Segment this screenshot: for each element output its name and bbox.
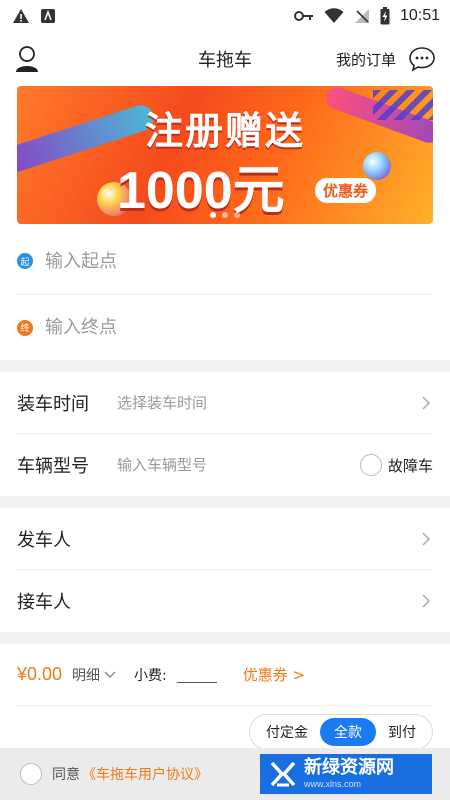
banner-coupon-tag: 优惠券: [315, 178, 377, 203]
watermark: 新绿资源网 www.xlns.com: [260, 754, 432, 794]
tip-input[interactable]: [176, 666, 217, 683]
my-orders-link[interactable]: 我的订单: [336, 49, 396, 70]
sender-label: 发车人: [17, 529, 71, 551]
banner-ball: [363, 152, 391, 180]
loading-time-label: 装车时间: [17, 393, 89, 415]
promo-banner[interactable]: 注册赠送 1000元 优惠券: [17, 86, 433, 224]
fault-car-radio[interactable]: [359, 454, 382, 476]
chevron-down-icon: [104, 667, 116, 683]
price-detail-label: 明细: [72, 667, 101, 684]
sender-row[interactable]: 发车人: [17, 508, 433, 570]
end-address-row: 终: [17, 294, 433, 360]
message-icon[interactable]: [408, 46, 436, 72]
agreement-link[interactable]: 《车拖车用户协议》: [82, 764, 208, 784]
tip-label: 小费:: [134, 667, 167, 684]
warning-icon: [12, 8, 30, 24]
banner-pagination: [17, 212, 433, 218]
banner-dot[interactable]: [234, 212, 240, 218]
vehicle-model-label: 车辆型号: [17, 456, 89, 477]
wifi-icon: [324, 8, 344, 24]
start-address-input[interactable]: [45, 250, 433, 272]
contacts-section: 发车人 接车人: [0, 508, 450, 632]
payment-option[interactable]: 全款: [320, 718, 376, 746]
payment-option[interactable]: 付定金: [254, 718, 320, 746]
price-row: ¥0.00 明细 小费: 优惠券 >: [17, 644, 433, 706]
vehicle-model-row: 车辆型号 故障车: [17, 434, 433, 496]
key-icon: [293, 10, 314, 22]
watermark-cn: 新绿资源网: [304, 757, 394, 778]
section-divider: [0, 632, 450, 644]
status-bar: 10:51: [0, 0, 450, 32]
clock: 10:51: [399, 7, 440, 24]
start-badge: 起: [17, 253, 33, 269]
chevron-right-icon: [419, 395, 433, 410]
end-badge: 终: [17, 319, 33, 336]
chevron-right-icon: [419, 531, 433, 546]
loading-time-hint: 选择装车时间: [117, 394, 208, 412]
battery-charging-icon: [380, 7, 390, 25]
fault-car-label: 故障车: [387, 456, 433, 475]
price-detail-toggle[interactable]: 明细: [72, 665, 116, 685]
app-header: 车拖车 我的订单: [0, 32, 450, 86]
app-notification-icon: [40, 8, 56, 24]
watermark-logo-icon: [268, 759, 298, 789]
address-section: 起 终: [0, 228, 450, 360]
price-section: ¥0.00 明细 小费: 优惠券 > 付定金 全款 到付: [0, 644, 450, 758]
loading-time-row[interactable]: 装车时间 选择装车时间: [17, 372, 433, 434]
no-signal-icon: [354, 8, 370, 24]
banner-container: 注册赠送 1000元 优惠券: [0, 86, 450, 228]
coupon-link[interactable]: 优惠券 >: [243, 664, 305, 685]
vehicle-model-input[interactable]: [117, 456, 360, 474]
fault-car-toggle[interactable]: 故障车: [359, 454, 433, 476]
receiver-label: 接车人: [17, 592, 71, 613]
payment-type-selector: 付定金 全款 到付: [249, 714, 433, 750]
banner-dot[interactable]: [210, 212, 216, 218]
banner-dot[interactable]: [222, 212, 228, 218]
total-amount: ¥0.00: [17, 664, 63, 684]
agreement-prefix: 同意: [52, 767, 80, 783]
vehicle-section: 装车时间 选择装车时间 车辆型号 故障车: [0, 372, 450, 496]
section-divider: [0, 496, 450, 508]
end-address-input[interactable]: [45, 317, 433, 338]
profile-icon[interactable]: [14, 45, 40, 73]
chevron-right-icon: [419, 594, 433, 608]
watermark-en: www.xlns.com: [304, 779, 362, 789]
agreement-checkbox[interactable]: [20, 763, 42, 785]
banner-headline: 注册赠送: [144, 109, 305, 153]
section-divider: [0, 360, 450, 372]
start-address-row: 起: [17, 228, 433, 294]
payment-option[interactable]: 到付: [376, 718, 428, 746]
receiver-row[interactable]: 接车人: [17, 570, 433, 632]
